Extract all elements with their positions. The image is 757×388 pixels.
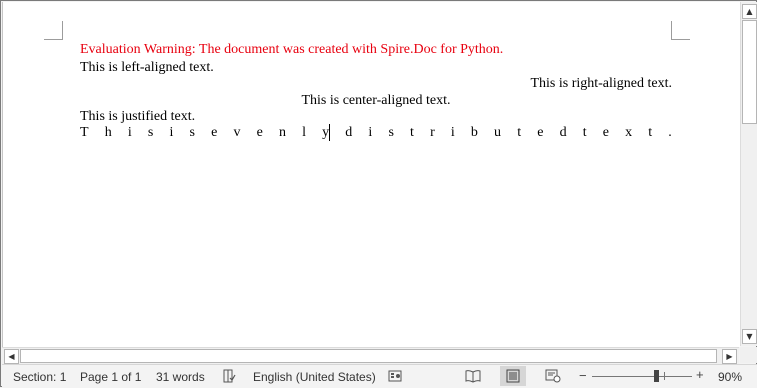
scroll-down-button[interactable]: ▼ [742,329,757,344]
distributed-char: i [450,125,455,140]
zoom-slider-track[interactable] [592,376,692,377]
scrollbar-corner [740,347,757,363]
left-aligned-paragraph[interactable]: This is left-aligned text. [80,60,672,76]
web-layout-icon[interactable] [545,369,561,383]
distributed-char: i [169,125,174,140]
macro-recording-icon[interactable] [388,369,402,383]
evaluation-warning-text[interactable]: Evaluation Warning: The document was cre… [80,42,672,58]
distributed-char: t [517,125,522,140]
word-count-indicator[interactable]: 31 words [156,370,205,384]
vertical-scrollbar[interactable]: ▲ ▼ [740,2,757,346]
distributed-paragraph[interactable]: Thisisevenlydistributedtext. [80,125,672,141]
distributed-char: e [211,125,218,140]
zoom-slider-center-mark [664,372,665,380]
distributed-char: u [494,125,502,140]
distributed-char: s [147,125,154,140]
distributed-char: e [602,125,609,140]
center-aligned-paragraph[interactable]: This is center-aligned text. [80,93,672,109]
distributed-char: s [189,125,195,140]
right-aligned-paragraph[interactable]: This is right-aligned text. [80,76,672,92]
page-number-indicator[interactable]: Page 1 of 1 [80,370,141,384]
distributed-char: e [537,125,544,140]
zoom-out-button[interactable]: − [579,368,587,383]
margin-corner-top-right [671,21,690,40]
distributed-char: . [668,125,672,140]
text-cursor [329,124,330,141]
distributed-char: t [582,125,587,140]
distributed-char: d [559,125,567,140]
zoom-in-button[interactable]: + [696,367,704,382]
distributed-char: x [625,125,633,140]
horizontal-scrollbar[interactable]: ◀ ▶ [2,347,739,364]
distributed-char: n [278,125,286,140]
distributed-char: t [648,125,653,140]
zoom-slider-thumb[interactable] [654,370,659,382]
distributed-char: t [410,125,414,140]
distributed-char: i [368,125,373,140]
justified-paragraph[interactable]: This is justified text. [80,109,672,125]
read-mode-icon[interactable] [465,369,481,383]
distributed-char: r [430,125,435,140]
distributed-char: l [302,125,306,140]
scroll-right-button[interactable]: ▶ [722,349,737,364]
distributed-char: T [80,125,89,140]
section-indicator[interactable]: Section: 1 [13,370,66,384]
vertical-scroll-thumb[interactable] [742,20,757,124]
margin-corner-top-left [44,21,63,40]
distributed-char: v [233,125,241,140]
distributed-char: b [470,125,478,140]
print-layout-icon[interactable] [506,369,520,383]
document-page[interactable]: Evaluation Warning: The document was cre… [2,2,740,347]
language-indicator[interactable]: English (United States) [253,370,376,384]
scroll-left-button[interactable]: ◀ [4,349,19,364]
distributed-char: d [345,125,353,140]
word-window: Evaluation Warning: The document was cre… [0,0,757,388]
distributed-char: i [127,125,132,140]
scroll-up-button[interactable]: ▲ [742,4,757,19]
zoom-level[interactable]: 90% [718,370,742,384]
distributed-char: h [104,125,112,140]
horizontal-scroll-thumb[interactable] [20,349,717,363]
distributed-char: s [388,125,394,140]
status-bar: Section: 1 Page 1 of 1 31 words English … [2,364,757,388]
distributed-char: e [256,125,263,140]
proofing-check-icon[interactable] [222,369,236,383]
